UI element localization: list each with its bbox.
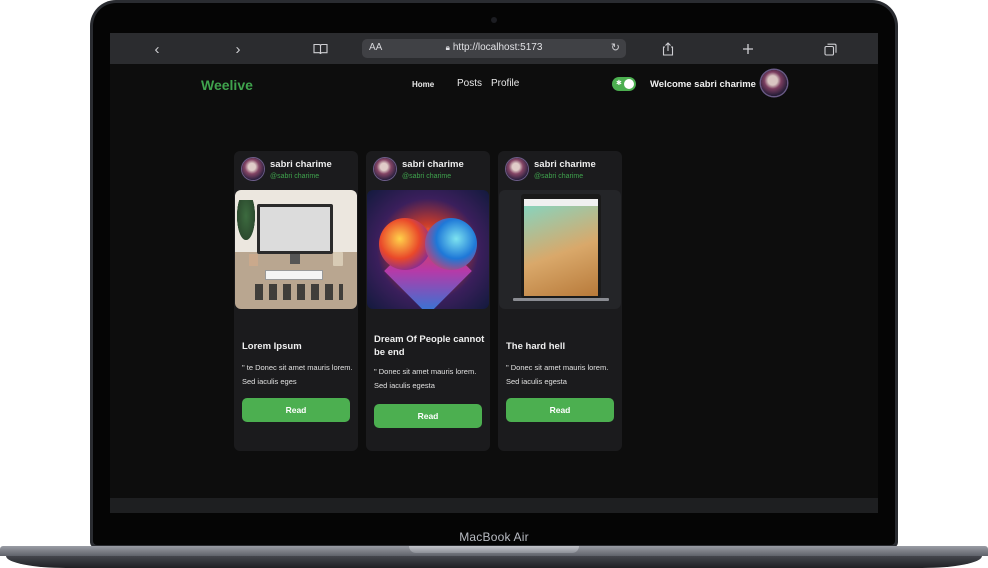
nav-profile[interactable]: Profile [491,78,519,89]
avatar[interactable] [761,70,787,96]
laptop-base-shape [513,298,609,301]
post-image [367,190,489,309]
theme-toggle[interactable]: ✱ [612,77,636,91]
heart-illustration [367,190,489,309]
toggle-knob [624,79,634,89]
brand-logo[interactable]: Weelive [201,77,253,93]
welcome-text: Welcome sabri charime [650,79,756,90]
device-label: MacBook Air [459,530,529,544]
read-button[interactable]: Read [506,398,614,422]
sun-icon: ✱ [616,80,622,87]
heart-shape [425,218,477,270]
author-name: sabri charime [534,159,596,170]
author-avatar[interactable] [242,158,264,180]
nav-posts[interactable]: Posts [457,78,482,89]
post-excerpt: " Donec sit amet mauris lorem. Sed iacul… [506,363,609,386]
screen: ‹ › AA 🔒︎ http://localhost:5173 ↻ Weeliv… [110,33,878,513]
book-icon[interactable] [310,39,330,59]
post-card: sabri charime @sabri charime Lorem Ipsum… [234,151,358,451]
read-button[interactable]: Read [374,404,482,428]
author-avatar[interactable] [374,158,396,180]
desk-illustration [235,190,357,309]
camera-icon [491,17,497,23]
nav-home[interactable]: Home [412,80,434,89]
post-excerpt: " Donec sit amet mauris lorem. Sed iacul… [374,367,477,390]
cup-shape [333,252,343,266]
author-handle: @sabri charime [270,173,320,180]
base-notch [409,546,579,553]
plus-icon[interactable] [738,39,758,59]
post-card: sabri charime @sabri charime The hard he… [498,151,622,451]
post-card: sabri charime @sabri charime Dream Of Pe… [366,151,490,451]
url-text: http://localhost:5173 [452,42,543,53]
base-bottom [6,556,982,568]
bottom-bar [110,498,878,513]
laptop-browser-bar [524,199,598,206]
post-image [499,190,621,309]
author-avatar[interactable] [506,158,528,180]
address-bar[interactable]: AA 🔒︎ http://localhost:5173 ↻ [362,39,626,58]
laptop-illustration [499,190,621,309]
tabs-icon[interactable] [820,39,840,59]
reload-icon[interactable]: ↻ [611,41,620,54]
lock-icon: 🔒︎ [445,43,450,52]
heart-shape [379,218,431,270]
monitor-shape [257,204,333,254]
author-handle: @sabri charime [402,173,452,180]
browser-toolbar: ‹ › AA 🔒︎ http://localhost:5173 ↻ [110,33,878,64]
keyboard-shape [265,270,323,280]
post-title[interactable]: Lorem Ipsum [242,340,354,353]
laptop-mockup: ‹ › AA 🔒︎ http://localhost:5173 ↻ Weeliv… [0,0,988,568]
monitor-stand [290,254,300,264]
forward-icon[interactable]: › [228,39,248,59]
laptop-base [0,546,988,568]
web-page: Weelive Home Posts Profile ✱ Welcome sab… [110,64,878,498]
monitor-screen [260,207,330,251]
author-name: sabri charime [402,159,464,170]
post-image [235,190,357,309]
cup-shape [249,254,258,266]
post-excerpt: " te Donec sit amet mauris lorem. Sed ia… [242,363,353,386]
back-icon[interactable]: ‹ [147,39,167,59]
share-icon[interactable] [658,39,678,59]
laptop-screen-shape [524,199,598,296]
author-name: sabri charime [270,159,332,170]
read-button[interactable]: Read [242,398,350,422]
post-title[interactable]: The hard hell [506,340,618,353]
url-display: 🔒︎ http://localhost:5173 [362,42,626,53]
plant-shape [237,200,255,240]
author-handle: @sabri charime [534,173,584,180]
desk-items [255,284,343,300]
post-title[interactable]: Dream Of People cannot be end [374,333,486,359]
